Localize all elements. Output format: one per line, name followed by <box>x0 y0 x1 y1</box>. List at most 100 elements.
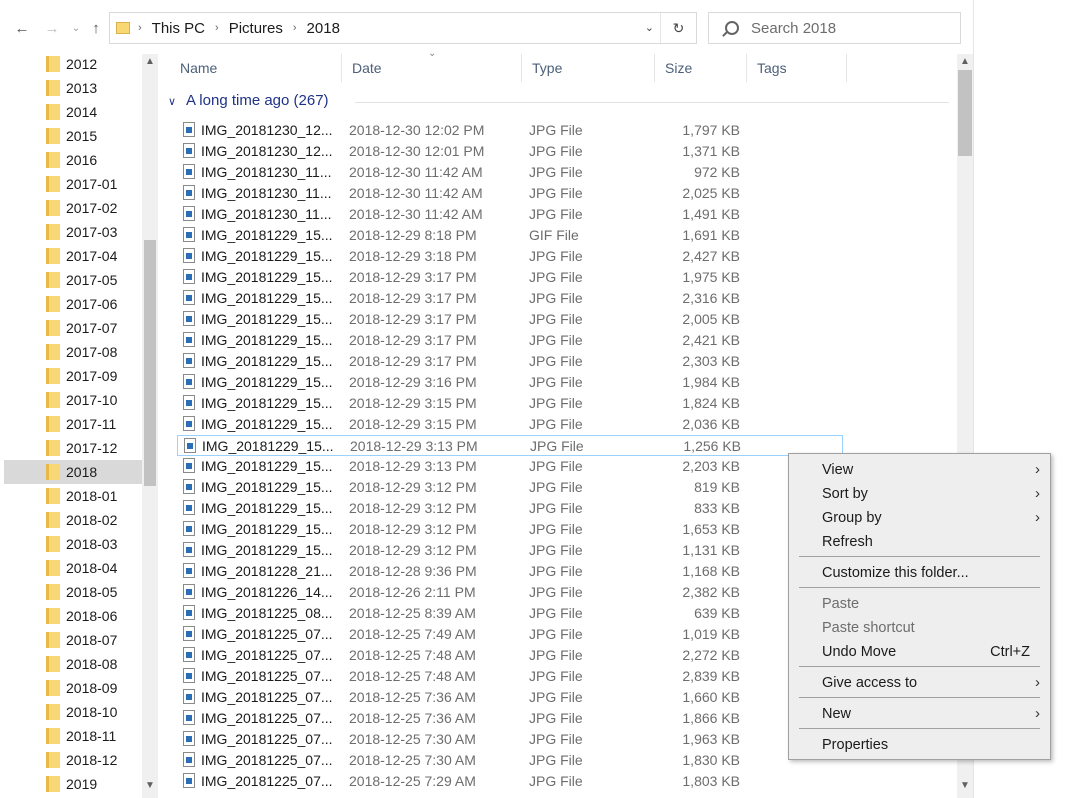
forward-arrow-icon[interactable]: → <box>41 17 63 39</box>
nav-item-2014[interactable]: 2014 <box>4 100 142 124</box>
file-row[interactable]: IMG_20181229_15... 2018-12-29 3:18 PM JPG … <box>177 246 843 267</box>
scroll-up-icon[interactable]: ▲ <box>960 56 970 67</box>
file-row[interactable]: IMG_20181225_07... 2018-12-25 7:36 AM JPG … <box>177 687 843 708</box>
search-box[interactable]: Search 2018 <box>708 12 961 44</box>
file-row[interactable]: IMG_20181229_15... 2018-12-29 3:17 PM JPG … <box>177 351 843 372</box>
refresh-icon[interactable]: ↻ <box>660 13 696 43</box>
nav-item-2017-05[interactable]: 2017-05 <box>4 268 142 292</box>
file-row[interactable]: IMG_20181225_07... 2018-12-25 7:48 AM JPG … <box>177 645 843 666</box>
file-row[interactable]: IMG_20181226_14... 2018-12-26 2:11 PM JPG … <box>177 582 843 603</box>
file-row[interactable]: IMG_20181230_11... 2018-12-30 11:42 AM JPG… <box>177 183 843 204</box>
nav-item-2013[interactable]: 2013 <box>4 76 142 100</box>
collapse-chevron-icon[interactable]: ∨ <box>168 96 176 108</box>
scroll-up-icon[interactable]: ▲ <box>145 56 155 67</box>
nav-item-2017-06[interactable]: 2017-06 <box>4 292 142 316</box>
menu-item-refresh[interactable]: Refresh <box>789 530 1050 554</box>
file-row[interactable]: IMG_20181229_15... 2018-12-29 3:17 PM JPG … <box>177 330 843 351</box>
menu-item-properties[interactable]: Properties <box>789 733 1050 757</box>
file-row[interactable]: IMG_20181225_07... 2018-12-25 7:30 AM JPG … <box>177 750 843 771</box>
recent-locations-chevron-icon[interactable]: ⌄ <box>65 17 87 39</box>
address-dropdown-chevron-icon[interactable]: ⌄ <box>645 21 654 34</box>
file-row[interactable]: IMG_20181229_15... 2018-12-29 3:13 PM JPG … <box>177 456 843 477</box>
file-row[interactable]: IMG_20181230_12... 2018-12-30 12:02 PM JPG… <box>177 120 843 141</box>
nav-item-2018-03[interactable]: 2018-03 <box>4 532 142 556</box>
file-row[interactable]: IMG_20181229_15... 2018-12-29 3:12 PM JPG … <box>177 477 843 498</box>
column-size[interactable]: Size <box>655 54 747 82</box>
file-row[interactable]: IMG_20181230_11... 2018-12-30 11:42 AM JPG… <box>177 162 843 183</box>
nav-item-2018-05[interactable]: 2018-05 <box>4 580 142 604</box>
nav-item-2017-12[interactable]: 2017-12 <box>4 436 142 460</box>
nav-item-2018-09[interactable]: 2018-09 <box>4 676 142 700</box>
file-row[interactable]: IMG_20181230_11... 2018-12-30 11:42 AM JPG… <box>177 204 843 225</box>
menu-item-paste-shortcut[interactable]: Paste shortcut <box>789 616 1050 640</box>
group-header[interactable]: ∨ A long time ago (267) <box>168 92 948 114</box>
menu-item-group-by[interactable]: Group by › <box>789 506 1050 530</box>
file-row[interactable]: IMG_20181229_15... 2018-12-29 3:12 PM JPG … <box>177 498 843 519</box>
nav-item-2015[interactable]: 2015 <box>4 124 142 148</box>
file-row[interactable]: IMG_20181229_15... 2018-12-29 8:18 PM GIF … <box>177 225 843 246</box>
file-row[interactable]: IMG_20181229_15... 2018-12-29 3:15 PM JPG … <box>177 414 843 435</box>
nav-item-2018-07[interactable]: 2018-07 <box>4 628 142 652</box>
nav-scrollbar-thumb[interactable] <box>144 240 156 486</box>
nav-item-2017-08[interactable]: 2017-08 <box>4 340 142 364</box>
nav-item-2017-04[interactable]: 2017-04 <box>4 244 142 268</box>
file-row[interactable]: IMG_20181229_15... 2018-12-29 3:17 PM JPG … <box>177 309 843 330</box>
nav-item-2017-02[interactable]: 2017-02 <box>4 196 142 220</box>
address-bar[interactable]: › This PC › Pictures › 2018 ⌄ ↻ <box>109 12 697 44</box>
column-name[interactable]: Name <box>170 54 342 82</box>
column-tags[interactable]: Tags <box>747 54 847 82</box>
navigation-pane[interactable]: 2012 2013 2014 2015 2016 2017-01 2017-02 2017-0… <box>0 54 160 798</box>
nav-item-2012[interactable]: 2012 <box>4 54 142 76</box>
file-row[interactable]: IMG_20181229_15... 2018-12-29 3:12 PM JPG … <box>177 519 843 540</box>
nav-item-2018-10[interactable]: 2018-10 <box>4 700 142 724</box>
scroll-down-icon[interactable]: ▼ <box>145 780 155 791</box>
menu-item-paste[interactable]: Paste <box>789 592 1050 616</box>
nav-item-2017-11[interactable]: 2017-11 <box>4 412 142 436</box>
menu-item-sort-by[interactable]: Sort by › <box>789 482 1050 506</box>
file-row[interactable]: IMG_20181229_15... 2018-12-29 3:12 PM JPG … <box>177 540 843 561</box>
breadcrumb-this-pc[interactable]: This PC <box>152 20 205 37</box>
menu-item-undo-move[interactable]: Undo Move Ctrl+Z <box>789 640 1050 664</box>
nav-item-2017-01[interactable]: 2017-01 <box>4 172 142 196</box>
file-row[interactable]: IMG_20181225_07... 2018-12-25 7:48 AM JPG … <box>177 666 843 687</box>
file-row[interactable]: IMG_20181228_21... 2018-12-28 9:36 PM JPG … <box>177 561 843 582</box>
menu-item-give-access[interactable]: Give access to › <box>789 671 1050 695</box>
nav-item-2017-03[interactable]: 2017-03 <box>4 220 142 244</box>
file-row[interactable]: IMG_20181229_15... 2018-12-29 3:17 PM JPG … <box>177 288 843 309</box>
breadcrumb-separator-icon[interactable]: › <box>293 22 297 34</box>
file-row[interactable]: IMG_20181225_07... 2018-12-25 7:30 AM JPG … <box>177 729 843 750</box>
breadcrumb-2018[interactable]: 2018 <box>307 20 340 37</box>
nav-item-2017-07[interactable]: 2017-07 <box>4 316 142 340</box>
nav-item-2017-10[interactable]: 2017-10 <box>4 388 142 412</box>
nav-item-2016[interactable]: 2016 <box>4 148 142 172</box>
file-row[interactable]: IMG_20181229_15... 2018-12-29 3:13 PM JPG … <box>177 435 843 456</box>
breadcrumb-separator-icon[interactable]: › <box>215 22 219 34</box>
nav-item-2018-06[interactable]: 2018-06 <box>4 604 142 628</box>
up-arrow-icon[interactable]: ↑ <box>85 17 107 39</box>
nav-item-2018-04[interactable]: 2018-04 <box>4 556 142 580</box>
file-row[interactable]: IMG_20181225_08... 2018-12-25 8:39 AM JPG … <box>177 603 843 624</box>
nav-item-2018-02[interactable]: 2018-02 <box>4 508 142 532</box>
file-list-scrollbar-thumb[interactable] <box>958 70 972 156</box>
breadcrumb-separator-icon[interactable]: › <box>138 22 142 34</box>
nav-item-2019[interactable]: 2019 <box>4 772 142 796</box>
file-row[interactable]: IMG_20181230_12... 2018-12-30 12:01 PM JPG… <box>177 141 843 162</box>
file-row[interactable]: IMG_20181225_07... 2018-12-25 7:49 AM JPG … <box>177 624 843 645</box>
file-row[interactable]: IMG_20181229_15... 2018-12-29 3:16 PM JPG … <box>177 372 843 393</box>
file-row[interactable]: IMG_20181229_15... 2018-12-29 3:15 PM JPG … <box>177 393 843 414</box>
nav-item-2018-12[interactable]: 2018-12 <box>4 748 142 772</box>
menu-item-view[interactable]: View › <box>789 458 1050 482</box>
file-row[interactable]: IMG_20181229_15... 2018-12-29 3:17 PM JPG … <box>177 267 843 288</box>
file-row[interactable]: IMG_20181225_07... 2018-12-25 7:36 AM JPG … <box>177 708 843 729</box>
nav-item-2018-01[interactable]: 2018-01 <box>4 484 142 508</box>
file-row[interactable]: IMG_20181225_07... 2018-12-25 7:29 AM JPG … <box>177 771 843 792</box>
menu-item-customize-folder[interactable]: Customize this folder... <box>789 561 1050 585</box>
nav-item-2017-09[interactable]: 2017-09 <box>4 364 142 388</box>
back-arrow-icon[interactable]: ← <box>11 17 33 39</box>
nav-item-2018-08[interactable]: 2018-08 <box>4 652 142 676</box>
scroll-down-icon[interactable]: ▼ <box>960 780 970 791</box>
breadcrumb-pictures[interactable]: Pictures <box>229 20 283 37</box>
nav-item-2018-11[interactable]: 2018-11 <box>4 724 142 748</box>
column-type[interactable]: Type <box>522 54 655 82</box>
search-input[interactable]: Search 2018 <box>751 20 836 37</box>
